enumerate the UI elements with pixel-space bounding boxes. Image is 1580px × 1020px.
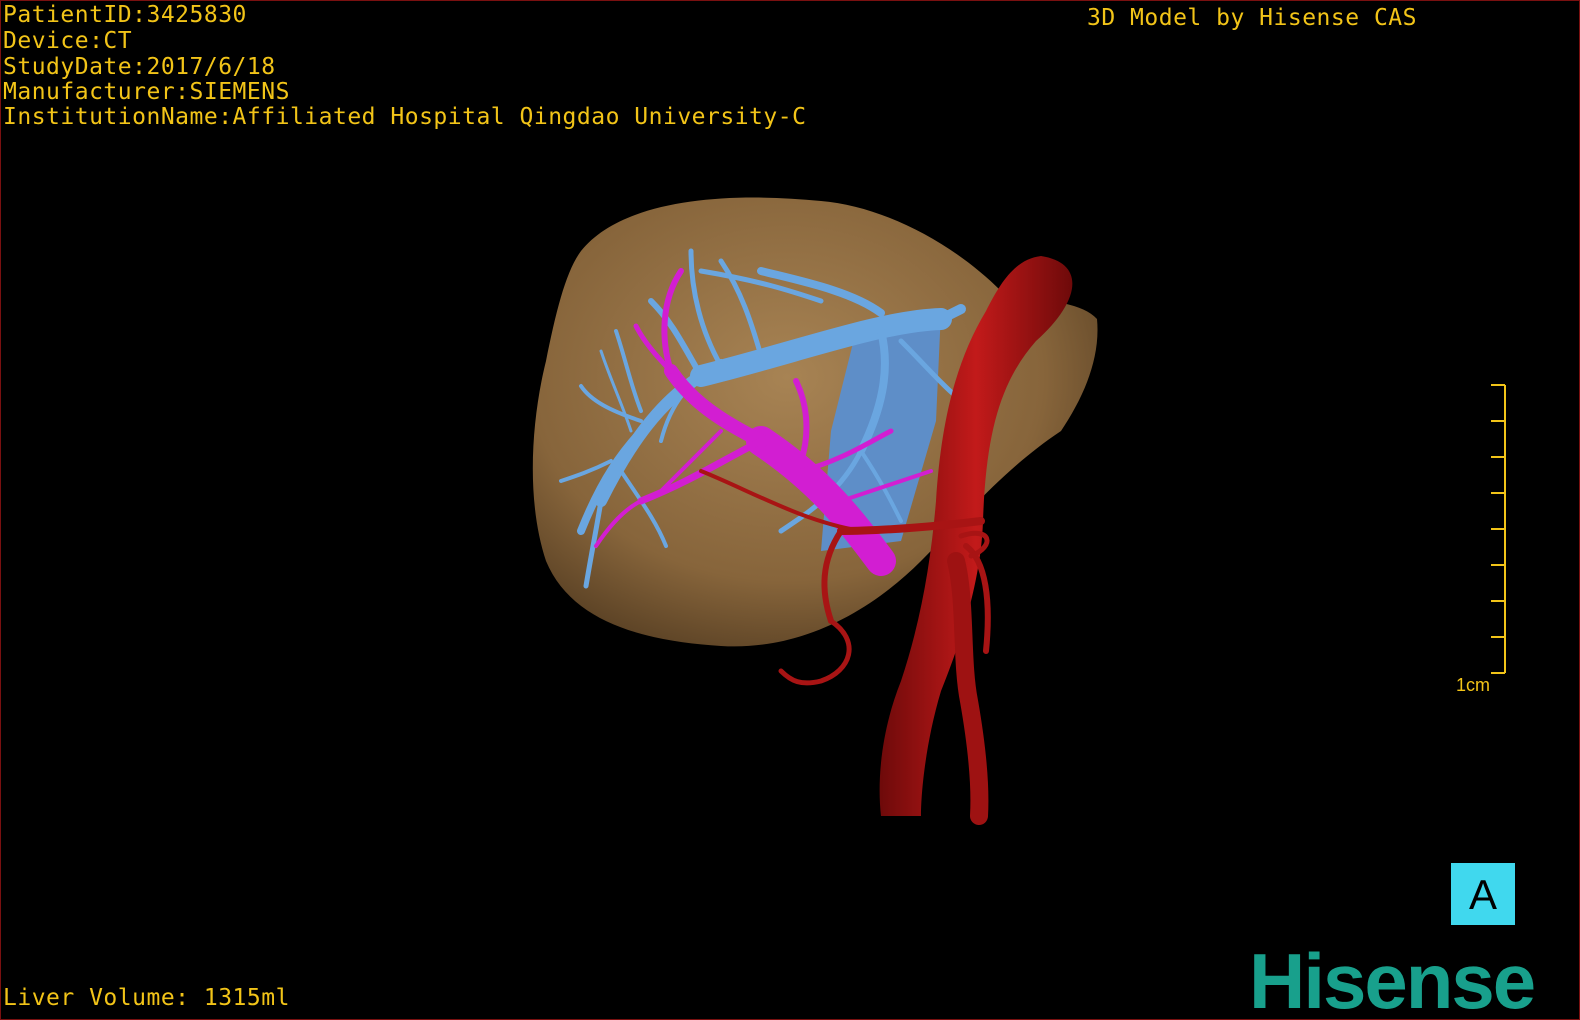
liver-surface — [532, 197, 1098, 647]
scale-bar — [1491, 384, 1506, 674]
orientation-marker[interactable]: A — [1451, 863, 1515, 925]
hisense-logo: Hisense — [1249, 937, 1536, 1020]
liver-3d-model[interactable] — [1, 1, 1580, 1020]
scale-bar-label: 1cm — [1456, 675, 1491, 695]
liver-volume-text: Liver Volume: 1315ml — [3, 985, 290, 1011]
3d-viewport[interactable]: PatientID:3425830 Device:CT StudyDate:20… — [0, 0, 1580, 1020]
